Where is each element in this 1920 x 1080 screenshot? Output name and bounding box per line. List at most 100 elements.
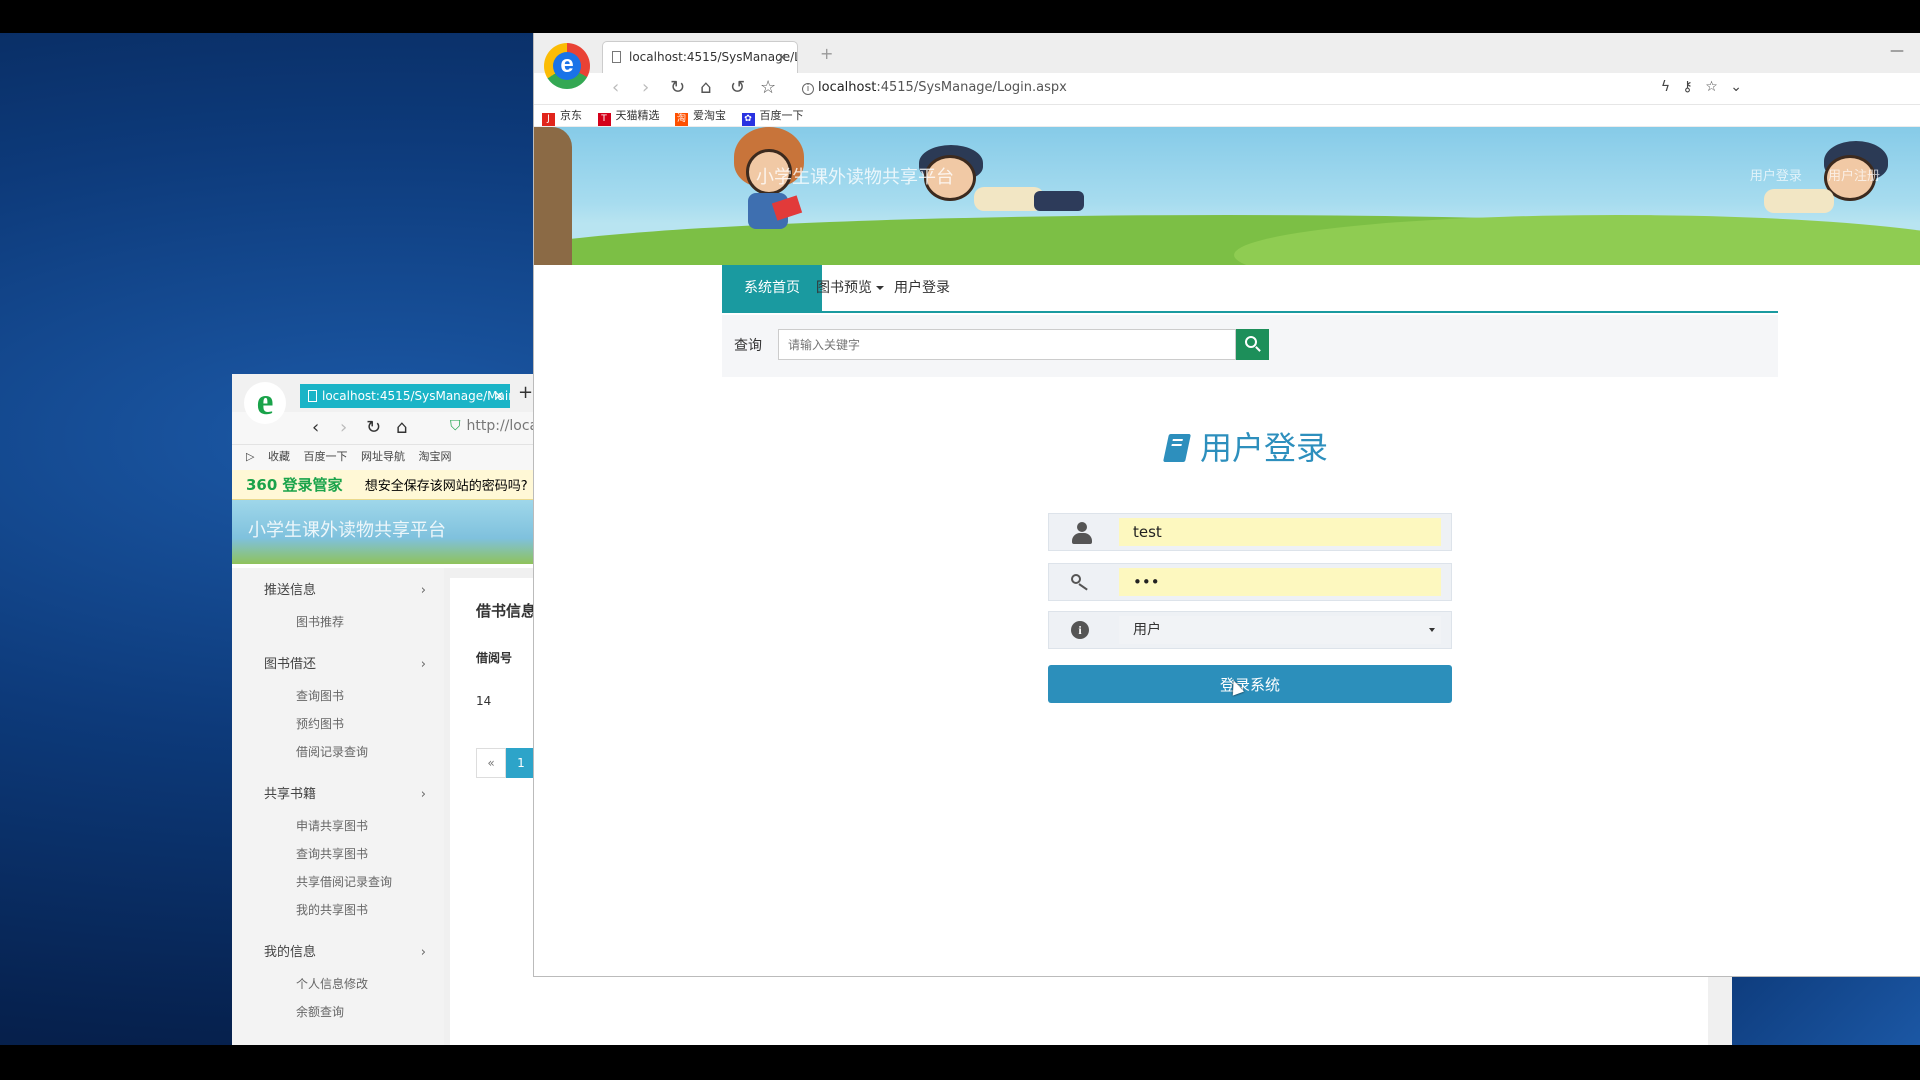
main-navbar: 系统首页 图书预览 用户登录	[722, 265, 1778, 313]
sidebar-item-query-books[interactable]: 查询图书	[232, 682, 444, 710]
bottom-letterbox	[0, 1045, 1920, 1080]
lightning-icon[interactable]: ϟ	[1661, 79, 1670, 95]
search-button[interactable]	[1236, 329, 1269, 360]
password-input[interactable]	[1119, 568, 1441, 596]
sidebar-group-borrow[interactable]: 图书借还 ›	[232, 648, 444, 682]
top-letterbox	[0, 0, 1920, 33]
close-tab-icon[interactable]: ✕	[494, 384, 504, 408]
forward-arrow-icon[interactable]: ›	[642, 77, 649, 98]
bookmark-baidu[interactable]: 百度一下	[303, 450, 347, 463]
pager-prev[interactable]: «	[476, 748, 506, 778]
bookmark-jd[interactable]: J 京东	[542, 109, 582, 126]
sidebar-group-label: 图书借还	[264, 657, 317, 672]
reload-icon[interactable]: ↻	[366, 417, 381, 438]
search-label: 查询	[734, 338, 762, 354]
bookmark-baidu[interactable]: ✿ 百度一下	[741, 109, 804, 126]
child-legs	[1034, 191, 1084, 211]
user-icon	[1071, 522, 1093, 544]
front-toolbar: ‹ › ↻ ⌂ ↺ ☆ i localhost:4515/SysManage/Lo…	[534, 73, 1920, 105]
bookmark-label: 百度一下	[759, 109, 804, 122]
username-addon	[1049, 514, 1117, 550]
nav-books-label: 图书预览	[816, 280, 872, 296]
front-tab-title: localhost:4515/SysManage/Login.aspx	[629, 50, 798, 64]
front-address-bar[interactable]: i localhost:4515/SysManage/Login.aspx	[802, 80, 1067, 95]
sidebar-item-balance[interactable]: 余额查询	[232, 998, 444, 1026]
bookmark-tmall[interactable]: T 天猫精选	[597, 109, 660, 126]
close-tab-icon[interactable]: ×	[777, 42, 787, 72]
bookmarks-toggle-icon[interactable]: ▷	[246, 450, 254, 463]
sidebar-item-recommend[interactable]: 图书推荐	[232, 608, 444, 636]
key-icon[interactable]: ⚷	[1683, 79, 1693, 95]
sidebar-item-apply-share[interactable]: 申请共享图书	[232, 812, 444, 840]
chevron-right-icon: ›	[420, 657, 426, 672]
home-icon[interactable]: ⌂	[700, 77, 711, 98]
bookmark-star-icon[interactable]: ☆	[1705, 79, 1718, 95]
login-title: 用户登录	[1163, 423, 1329, 469]
reload-icon[interactable]: ↻	[670, 77, 685, 98]
front-browser-tab[interactable]: localhost:4515/SysManage/Login.aspx ×	[602, 41, 798, 73]
sidebar-item-edit-profile[interactable]: 个人信息修改	[232, 970, 444, 998]
back-arrow-icon[interactable]: ‹	[312, 417, 319, 438]
nav-login[interactable]: 用户登录	[882, 265, 962, 311]
bookmark-aitaobao[interactable]: 淘爱淘宝	[675, 109, 726, 126]
sidebar-group-label: 推送信息	[264, 583, 317, 598]
new-tab-icon[interactable]: +	[820, 44, 833, 63]
sidebar-group-label: 共享书籍	[264, 787, 317, 802]
bookmark-label: 爱淘宝	[693, 109, 726, 122]
sidebar-item-my-shares[interactable]: 我的共享图书	[232, 896, 444, 924]
top-link-register[interactable]: 用户注册	[1828, 169, 1880, 184]
jd-icon: J	[542, 113, 555, 126]
front-bookmarks-bar: J 京东 T 天猫精选 淘爱淘宝 ✿ 百度一下	[534, 105, 1920, 127]
dropdown-arrow-icon	[1429, 628, 1435, 632]
dropdown-chevron-icon[interactable]: ⌄	[1730, 79, 1742, 95]
back-arrow-icon[interactable]: ‹	[612, 77, 619, 98]
bookmark-favorites[interactable]: 收藏	[268, 450, 290, 463]
ie360-logo-icon: e	[244, 382, 286, 424]
login-submit-button[interactable]: 登录系统	[1048, 665, 1452, 703]
front-tab-bar: localhost:4515/SysManage/Login.aspx × + …	[534, 33, 1920, 89]
bookmark-label: 京东	[560, 109, 582, 122]
username-group	[1048, 513, 1452, 551]
tree-illustration	[534, 127, 572, 265]
role-select-value: 用户	[1133, 622, 1161, 638]
login-manager-brand: 360 登录管家	[246, 476, 343, 494]
site-info-icon[interactable]: i	[802, 83, 814, 95]
sidebar-group-label: 我的信息	[264, 945, 317, 960]
chevron-right-icon: ›	[420, 945, 426, 960]
undo-icon[interactable]: ↺	[730, 77, 745, 98]
back-site-title: 小学生课外读物共享平台	[248, 520, 446, 541]
pager-page-1[interactable]: 1	[506, 748, 536, 778]
star-icon[interactable]: ☆	[760, 77, 776, 98]
username-input[interactable]	[1119, 518, 1441, 546]
page-icon	[308, 390, 317, 402]
sidebar-item-borrow-history[interactable]: 借阅记录查询	[232, 738, 444, 766]
role-group: i 用户	[1048, 611, 1452, 649]
top-link-login[interactable]: 用户登录	[1750, 169, 1802, 184]
new-tab-icon[interactable]: +	[518, 382, 533, 403]
info-icon: i	[1071, 621, 1089, 639]
search-icon-handle	[1255, 346, 1261, 352]
foreground-browser-window[interactable]: localhost:4515/SysManage/Login.aspx × + …	[533, 33, 1920, 977]
bookmark-nav[interactable]: 网址导航	[361, 450, 405, 463]
role-addon: i	[1049, 612, 1117, 648]
forward-arrow-icon[interactable]: ›	[340, 417, 347, 438]
bookmark-label: 天猫精选	[615, 109, 660, 122]
sidebar-group-share[interactable]: 共享书籍 ›	[232, 778, 444, 812]
back-sidebar: 推送信息 › 图书推荐 图书借还 › 查询图书 预约图书 借阅记录查询 共享书籍 › …	[232, 568, 444, 1046]
back-browser-tab[interactable]: localhost:4515/SysManage/Main ✕	[300, 384, 510, 408]
login-title-text: 用户登录	[1200, 429, 1329, 467]
sidebar-item-query-share[interactable]: 查询共享图书	[232, 840, 444, 868]
role-select[interactable]: 用户	[1119, 616, 1441, 644]
minimize-icon[interactable]: —	[1890, 43, 1904, 59]
shield-icon: ⛉	[450, 418, 461, 434]
home-icon[interactable]: ⌂	[396, 417, 407, 438]
sidebar-item-reserve[interactable]: 预约图书	[232, 710, 444, 738]
bookmark-taobao[interactable]: 淘宝网	[418, 450, 451, 463]
sidebar-group-push[interactable]: 推送信息 ›	[232, 574, 444, 608]
password-save-message: 想安全保存该网站的密码吗?	[364, 479, 528, 494]
search-input[interactable]	[778, 329, 1236, 360]
search-panel: 查询	[722, 315, 1778, 377]
sidebar-item-share-history[interactable]: 共享借阅记录查询	[232, 868, 444, 896]
baidu-paw-icon: ✿	[741, 113, 755, 126]
sidebar-group-profile[interactable]: 我的信息 ›	[232, 936, 444, 970]
